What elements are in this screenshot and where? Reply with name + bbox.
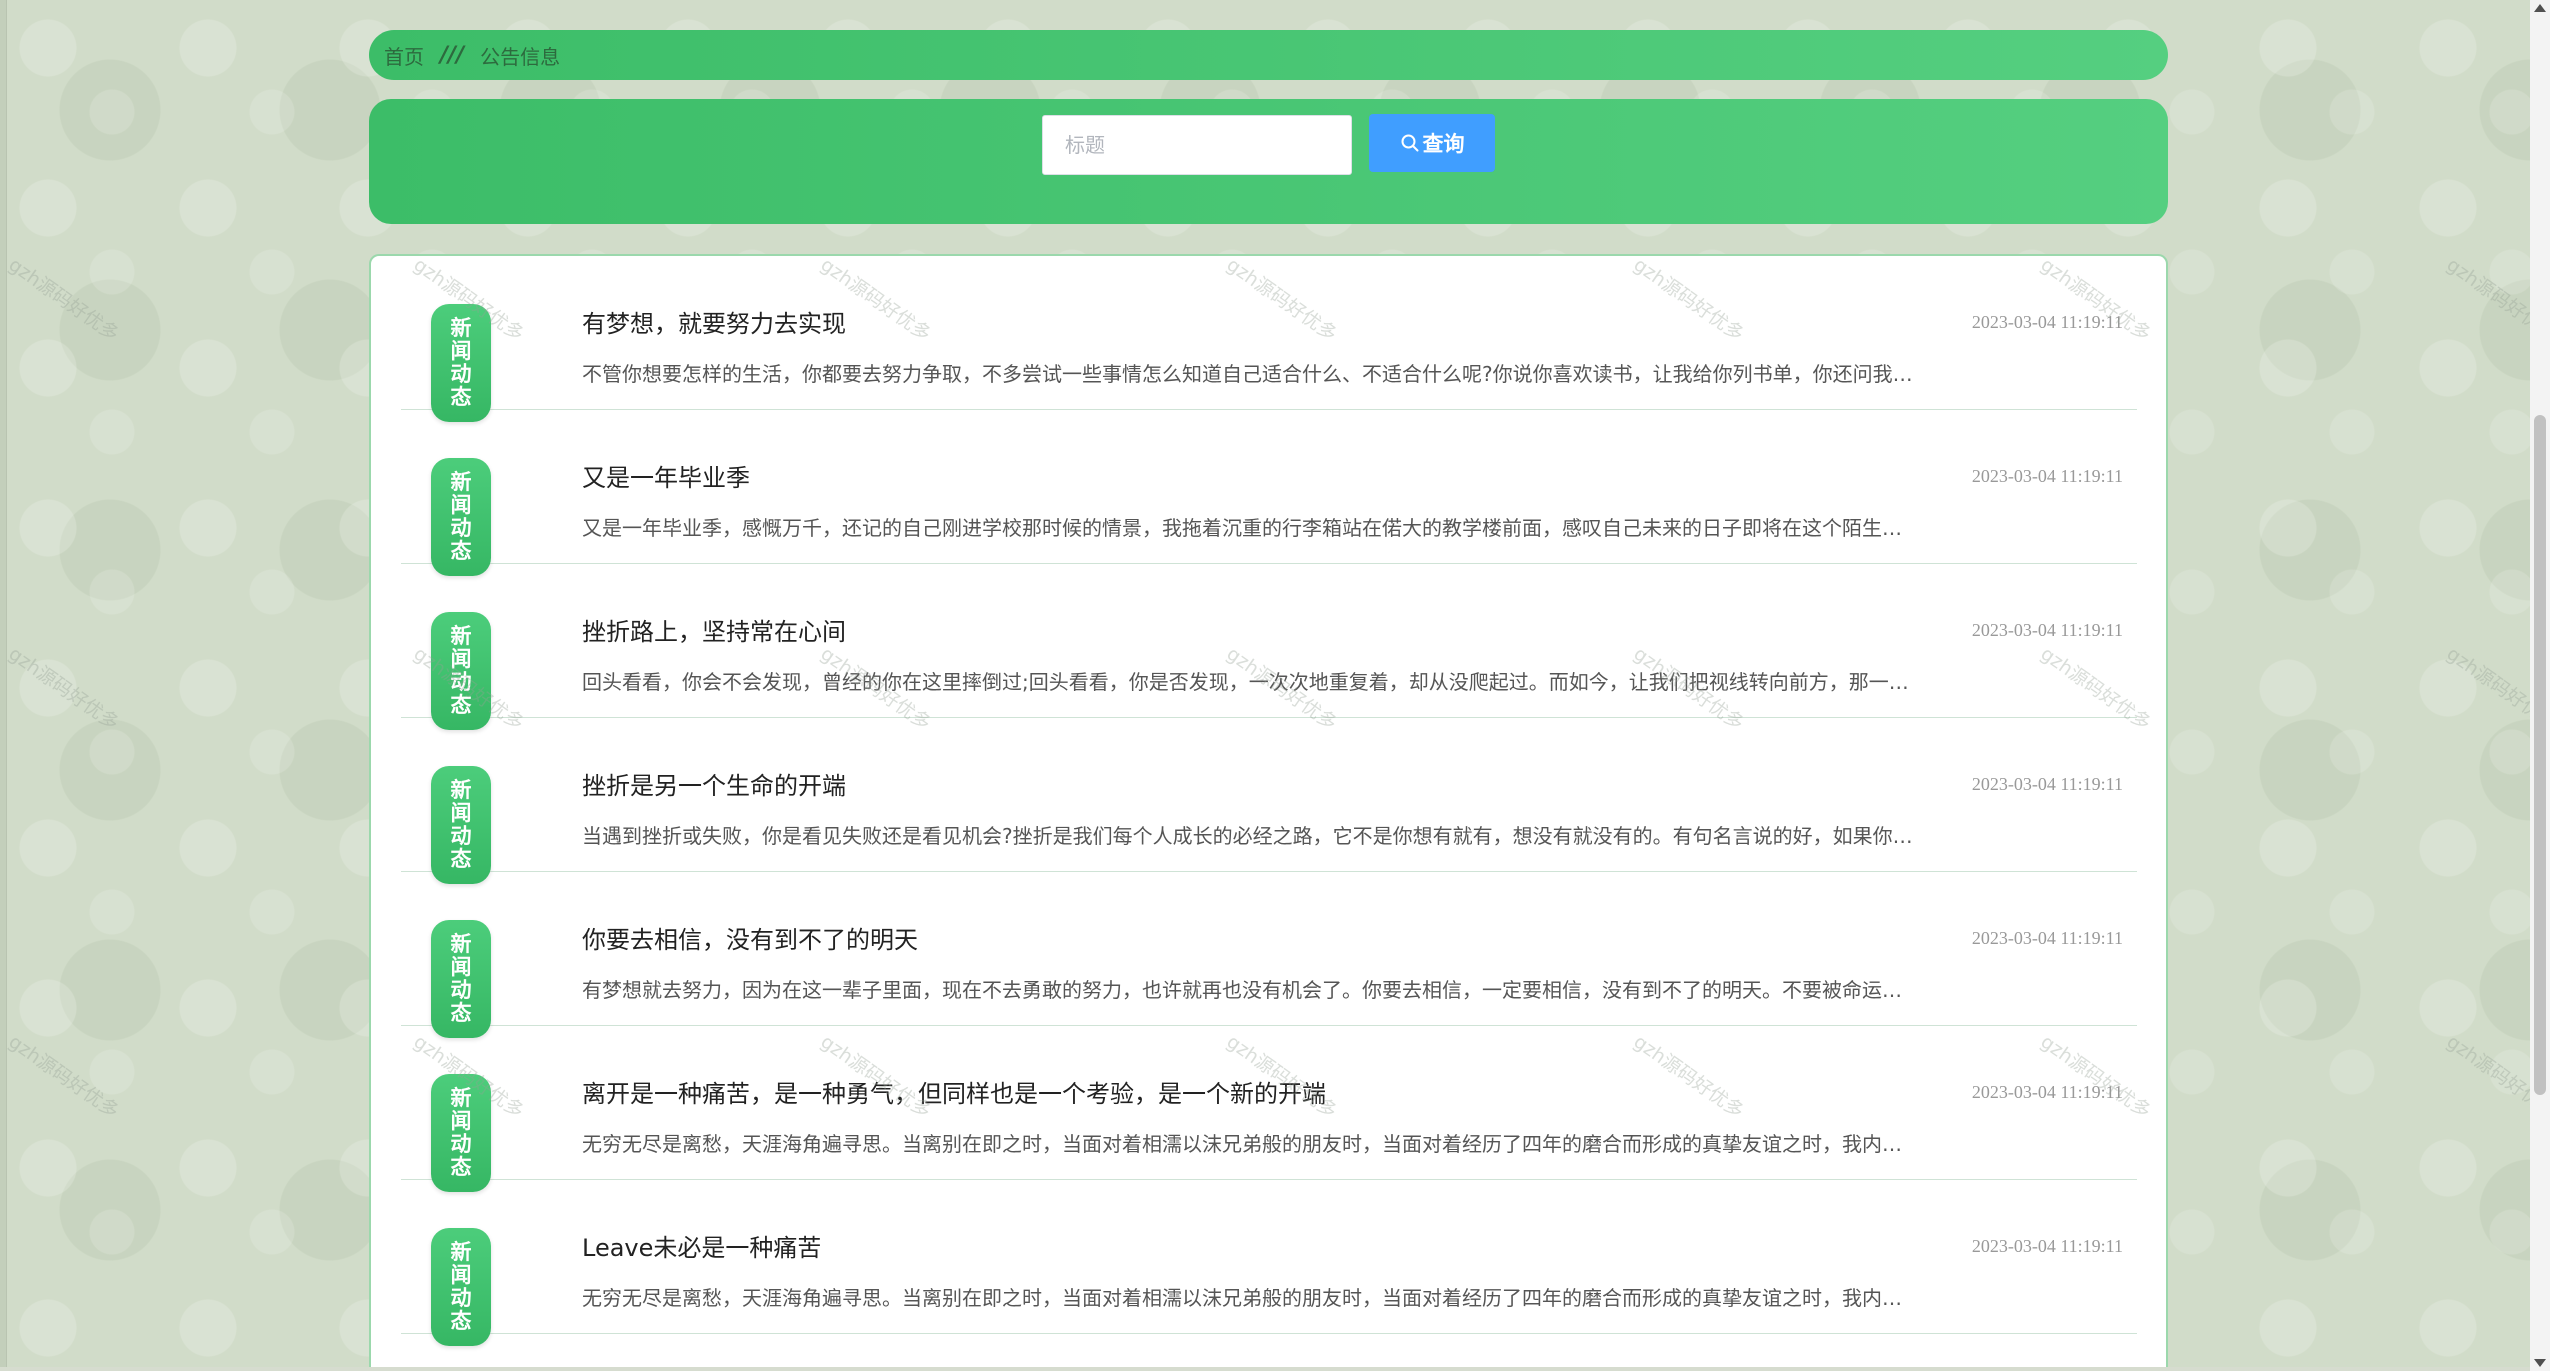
- search-panel: 查询: [369, 99, 2168, 224]
- search-button-label: 查询: [1422, 132, 1465, 156]
- scrollbar-thumb[interactable]: [2534, 415, 2546, 1095]
- news-item[interactable]: 新 闻 动 态 挫折路上，坚持常在心间 2023-03-04 11:19:11 …: [401, 564, 2137, 730]
- news-item[interactable]: 新 闻 动 态 你要去相信，没有到不了的明天 2023-03-04 11:19:…: [401, 872, 2137, 1038]
- breadcrumb: 首页 /// 公告信息: [369, 30, 2168, 80]
- news-category-tag: 新 闻 动 态: [431, 458, 491, 576]
- news-summary: 又是一年毕业季，感慨万千，还记的自己刚进学校那时候的情景，我拖着沉重的行李箱站在…: [582, 516, 1902, 540]
- news-date: 2023-03-04 11:19:11: [1971, 1082, 2123, 1102]
- news-date: 2023-03-04 11:19:11: [1971, 774, 2123, 794]
- title-search-input[interactable]: [1042, 115, 1352, 175]
- news-item[interactable]: 新 闻 动 态 Leave未必是一种痛苦 2023-03-04 11:19:11…: [401, 1180, 2137, 1346]
- news-summary: 当遇到挫折或失败，你是看见失败还是看见机会?挫折是我们每个人成长的必经之路，它不…: [582, 824, 1913, 848]
- news-date: 2023-03-04 11:19:11: [1971, 466, 2123, 486]
- news-summary: 有梦想就去努力，因为在这一辈子里面，现在不去勇敢的努力，也许就再也没有机会了。你…: [582, 978, 1902, 1002]
- news-date: 2023-03-04 11:19:11: [1971, 620, 2123, 640]
- news-title[interactable]: 离开是一种痛苦，是一种勇气，但同样也是一个考验，是一个新的开端: [582, 1074, 1326, 1109]
- news-date: 2023-03-04 11:19:11: [1971, 928, 2123, 948]
- breadcrumb-home-link[interactable]: 首页: [384, 41, 424, 70]
- watermark-text: gzh源码好优多: [4, 642, 123, 735]
- window-left-edge: [0, 0, 7, 1371]
- news-title[interactable]: 挫折是另一个生命的开端: [582, 766, 846, 801]
- news-category-tag: 新 闻 动 态: [431, 766, 491, 884]
- news-title[interactable]: 挫折路上，坚持常在心间: [582, 612, 846, 647]
- search-button[interactable]: 查询: [1369, 114, 1495, 172]
- news-item[interactable]: 新 闻 动 态 又是一年毕业季 2023-03-04 11:19:11 又是一年…: [401, 410, 2137, 576]
- news-list: 新 闻 动 态 有梦想，就要努力去实现 2023-03-04 11:19:11 …: [369, 254, 2168, 1371]
- news-date: 2023-03-04 11:19:11: [1971, 312, 2123, 332]
- news-summary: 无穷无尽是离愁，天涯海角遍寻思。当离别在即之时，当面对着相濡以沫兄弟般的朋友时，…: [582, 1286, 1902, 1310]
- news-category-tag: 新 闻 动 态: [431, 304, 491, 422]
- news-title[interactable]: 你要去相信，没有到不了的明天: [582, 920, 918, 955]
- scroll-up-arrow-icon[interactable]: [2534, 4, 2546, 12]
- news-item[interactable]: 新 闻 动 态 有梦想，就要努力去实现 2023-03-04 11:19:11 …: [401, 256, 2137, 422]
- scroll-down-arrow-icon[interactable]: [2534, 1359, 2546, 1367]
- breadcrumb-separator: ///: [440, 42, 465, 68]
- news-date: 2023-03-04 11:19:11: [1971, 1236, 2123, 1256]
- news-summary: 无穷无尽是离愁，天涯海角遍寻思。当离别在即之时，当面对着相濡以沫兄弟般的朋友时，…: [582, 1132, 1902, 1156]
- news-item[interactable]: 新 闻 动 态 离开是一种痛苦，是一种勇气，但同样也是一个考验，是一个新的开端 …: [401, 1026, 2137, 1192]
- news-summary: 不管你想要怎样的生活，你都要去努力争取，不多尝试一些事情怎么知道自己适合什么、不…: [582, 362, 1913, 386]
- watermark-text: gzh源码好优多: [4, 1030, 123, 1123]
- news-category-tag: 新 闻 动 态: [431, 1228, 491, 1346]
- news-category-tag: 新 闻 动 态: [431, 612, 491, 730]
- window-bottom-edge: [0, 1367, 2530, 1371]
- search-icon: [1400, 133, 1420, 153]
- news-item[interactable]: 新 闻 动 态 挫折是另一个生命的开端 2023-03-04 11:19:11 …: [401, 718, 2137, 884]
- watermark-text: gzh源码好优多: [4, 253, 123, 346]
- news-title[interactable]: Leave未必是一种痛苦: [582, 1228, 821, 1263]
- page-scrollbar[interactable]: [2530, 0, 2550, 1371]
- news-category-tag: 新 闻 动 态: [431, 1074, 491, 1192]
- news-category-tag: 新 闻 动 态: [431, 920, 491, 1038]
- news-title[interactable]: 又是一年毕业季: [582, 458, 750, 493]
- news-title[interactable]: 有梦想，就要努力去实现: [582, 304, 846, 339]
- breadcrumb-current: 公告信息: [480, 44, 561, 69]
- news-summary: 回头看看，你会不会发现，曾经的你在这里摔倒过;回头看看，你是否发现，一次次地重复…: [582, 670, 1909, 694]
